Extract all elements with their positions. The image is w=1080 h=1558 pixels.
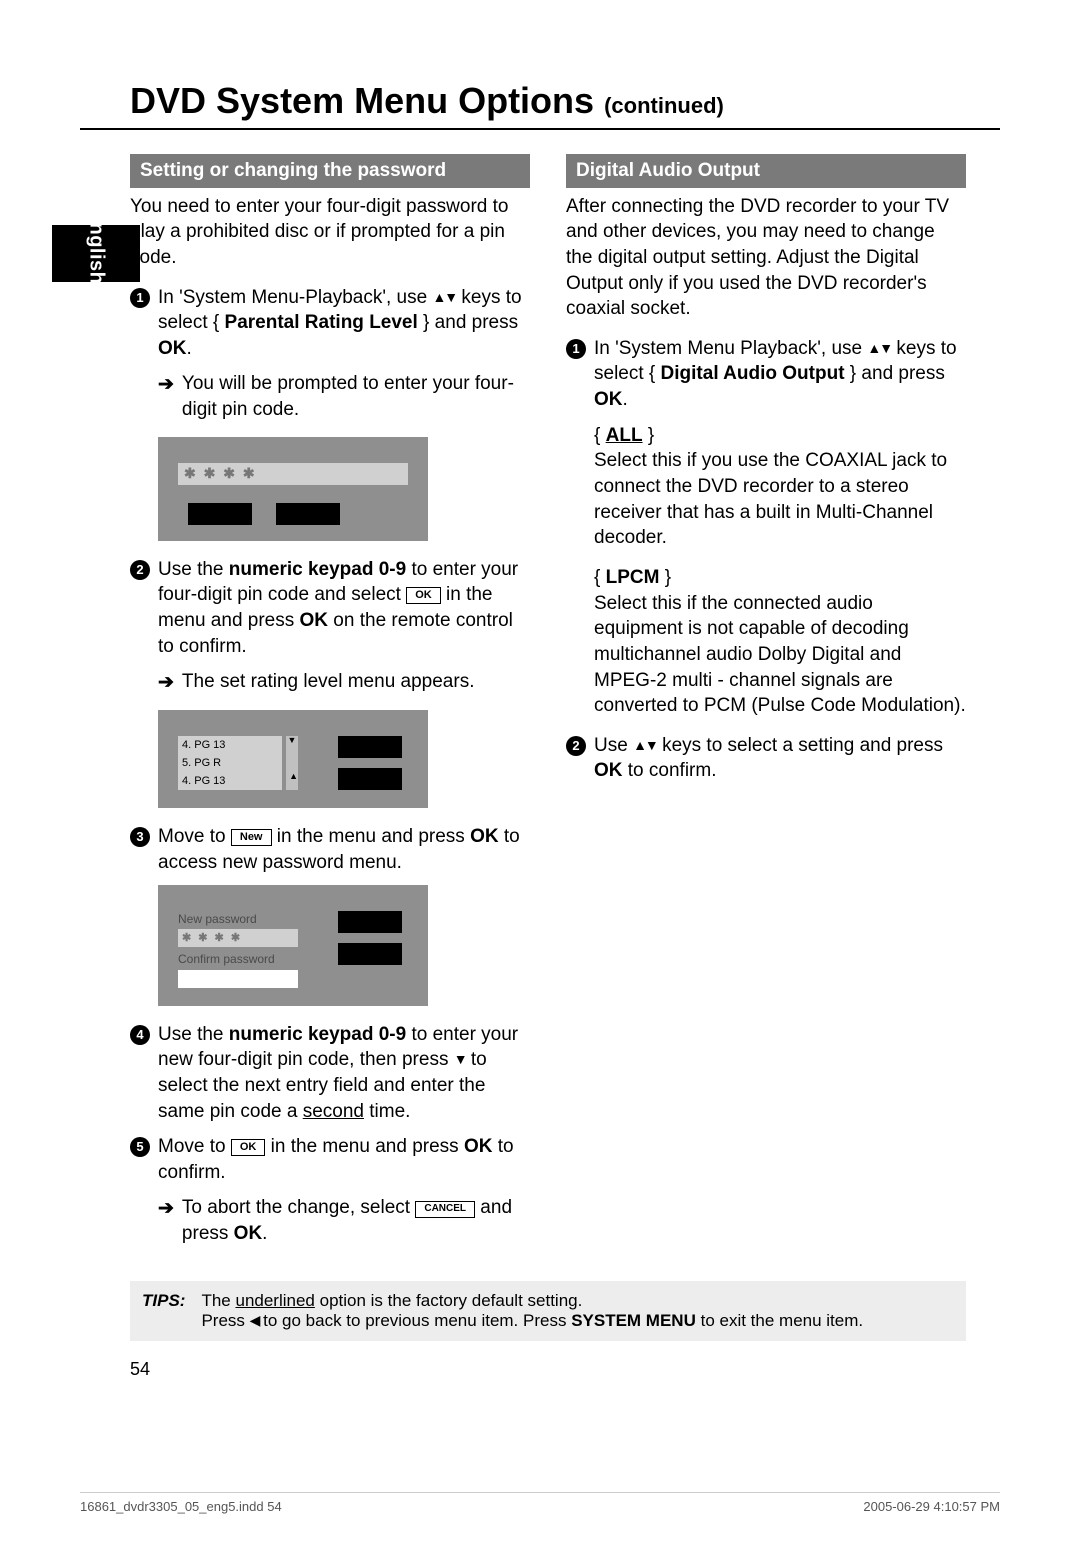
black-button — [338, 943, 402, 965]
black-button — [338, 911, 402, 933]
black-button — [188, 503, 252, 525]
section-heading-audio: Digital Audio Output — [566, 154, 966, 188]
step-1-result: ➔ You will be prompted to enter your fou… — [158, 371, 530, 422]
tips-body: The underlined option is the factory def… — [201, 1291, 863, 1331]
option-lpcm: { LPCM } Select this if the connected au… — [594, 565, 966, 719]
tips-label: TIPS: — [142, 1291, 185, 1331]
step-text: Move to New in the menu and press OK to … — [158, 824, 530, 875]
step-text: Use the numeric keypad 0-9 to enter your… — [158, 557, 530, 660]
field-label: Confirm password — [178, 951, 298, 967]
page-number: 54 — [130, 1359, 1000, 1380]
step-number-icon: 5 — [130, 1137, 150, 1157]
tips-box: TIPS: The underlined option is the facto… — [130, 1281, 966, 1341]
title-main: DVD System Menu Options — [130, 80, 594, 121]
step-text: Move to OK in the menu and press OK to c… — [158, 1134, 530, 1185]
step-2-result: ➔ The set rating level menu appears. — [158, 669, 530, 696]
step-text: In 'System Menu Playback', use ▲▼ keys t… — [594, 336, 966, 413]
step-1: 1 In 'System Menu-Playback', use ▲▼ keys… — [130, 285, 530, 362]
empty-field — [178, 970, 298, 988]
intro-text: You need to enter your four-digit passwo… — [130, 194, 530, 271]
step-2: 2 Use the numeric keypad 0-9 to enter yo… — [130, 557, 530, 660]
columns: Setting or changing the password You nee… — [130, 154, 1000, 1261]
option-all: { ALL } Select this if you use the COAXI… — [594, 423, 966, 551]
step-text: Use the numeric keypad 0-9 to enter your… — [158, 1022, 530, 1125]
arrow-icon: ➔ — [158, 1196, 174, 1246]
step-number-icon: 4 — [130, 1025, 150, 1045]
step-number-icon: 1 — [566, 339, 586, 359]
language-tab: English — [52, 225, 140, 282]
pin-mask: ✱ ✱ ✱ ✱ — [178, 463, 408, 485]
field-label: New password — [178, 911, 298, 927]
step-number-icon: 1 — [130, 288, 150, 308]
updown-icon: ▲▼ — [633, 737, 657, 753]
step-text: Use ▲▼ keys to select a setting and pres… — [594, 733, 966, 784]
step-number-icon: 3 — [130, 827, 150, 847]
pin-mask: ✱ ✱ ✱ ✱ — [178, 929, 298, 947]
arrow-icon: ➔ — [158, 670, 174, 696]
screenshot-rating-list: 4. PG 13▼ 5. PG R 4. PG 13▲ — [158, 710, 428, 808]
screenshot-new-password: New password ✱ ✱ ✱ ✱ Confirm password — [158, 885, 428, 1005]
black-button — [276, 503, 340, 525]
footer-filename: 16861_dvdr3305_05_eng5.indd 54 — [80, 1499, 282, 1514]
ok-button-icon: OK — [231, 1139, 266, 1156]
arrow-icon: ➔ — [158, 372, 174, 422]
updown-icon: ▲▼ — [867, 340, 891, 356]
intro-text: After connecting the DVD recorder to you… — [566, 194, 966, 322]
step-number-icon: 2 — [566, 736, 586, 756]
step-3: 3 Move to New in the menu and press OK t… — [130, 824, 530, 875]
section-heading-password: Setting or changing the password — [130, 154, 530, 188]
step-2: 2 Use ▲▼ keys to select a setting and pr… — [566, 733, 966, 784]
title-continued: (continued) — [604, 93, 724, 118]
cancel-button-icon: CANCEL — [415, 1201, 475, 1218]
black-button — [338, 768, 402, 790]
updown-icon: ▲▼ — [432, 289, 456, 305]
new-button-icon: New — [231, 829, 272, 846]
footer-timestamp: 2005-06-29 4:10:57 PM — [863, 1499, 1000, 1514]
page-title: DVD System Menu Options (continued) — [130, 80, 1000, 122]
step-1: 1 In 'System Menu Playback', use ▲▼ keys… — [566, 336, 966, 413]
step-4: 4 Use the numeric keypad 0-9 to enter yo… — [130, 1022, 530, 1125]
right-column: Digital Audio Output After connecting th… — [566, 154, 966, 1261]
title-rule — [80, 128, 1000, 130]
left-column: Setting or changing the password You nee… — [130, 154, 530, 1261]
step-5: 5 Move to OK in the menu and press OK to… — [130, 1134, 530, 1185]
step-5-abort: ➔ To abort the change, select CANCEL and… — [158, 1195, 530, 1246]
screenshot-pin-entry: ✱ ✱ ✱ ✱ — [158, 437, 428, 541]
down-icon: ▼ — [454, 1051, 466, 1067]
language-label: English — [84, 209, 107, 285]
list-item: 4. PG 13 — [178, 772, 282, 790]
black-button — [338, 736, 402, 758]
list-item: 5. PG R — [178, 754, 282, 772]
step-number-icon: 2 — [130, 560, 150, 580]
step-text: In 'System Menu-Playback', use ▲▼ keys t… — [158, 285, 530, 362]
ok-button-icon: OK — [406, 587, 441, 604]
list-item: 4. PG 13 — [178, 736, 282, 754]
manual-page: English DVD System Menu Options (continu… — [0, 0, 1080, 1558]
footer: 16861_dvdr3305_05_eng5.indd 54 2005-06-2… — [80, 1492, 1000, 1514]
